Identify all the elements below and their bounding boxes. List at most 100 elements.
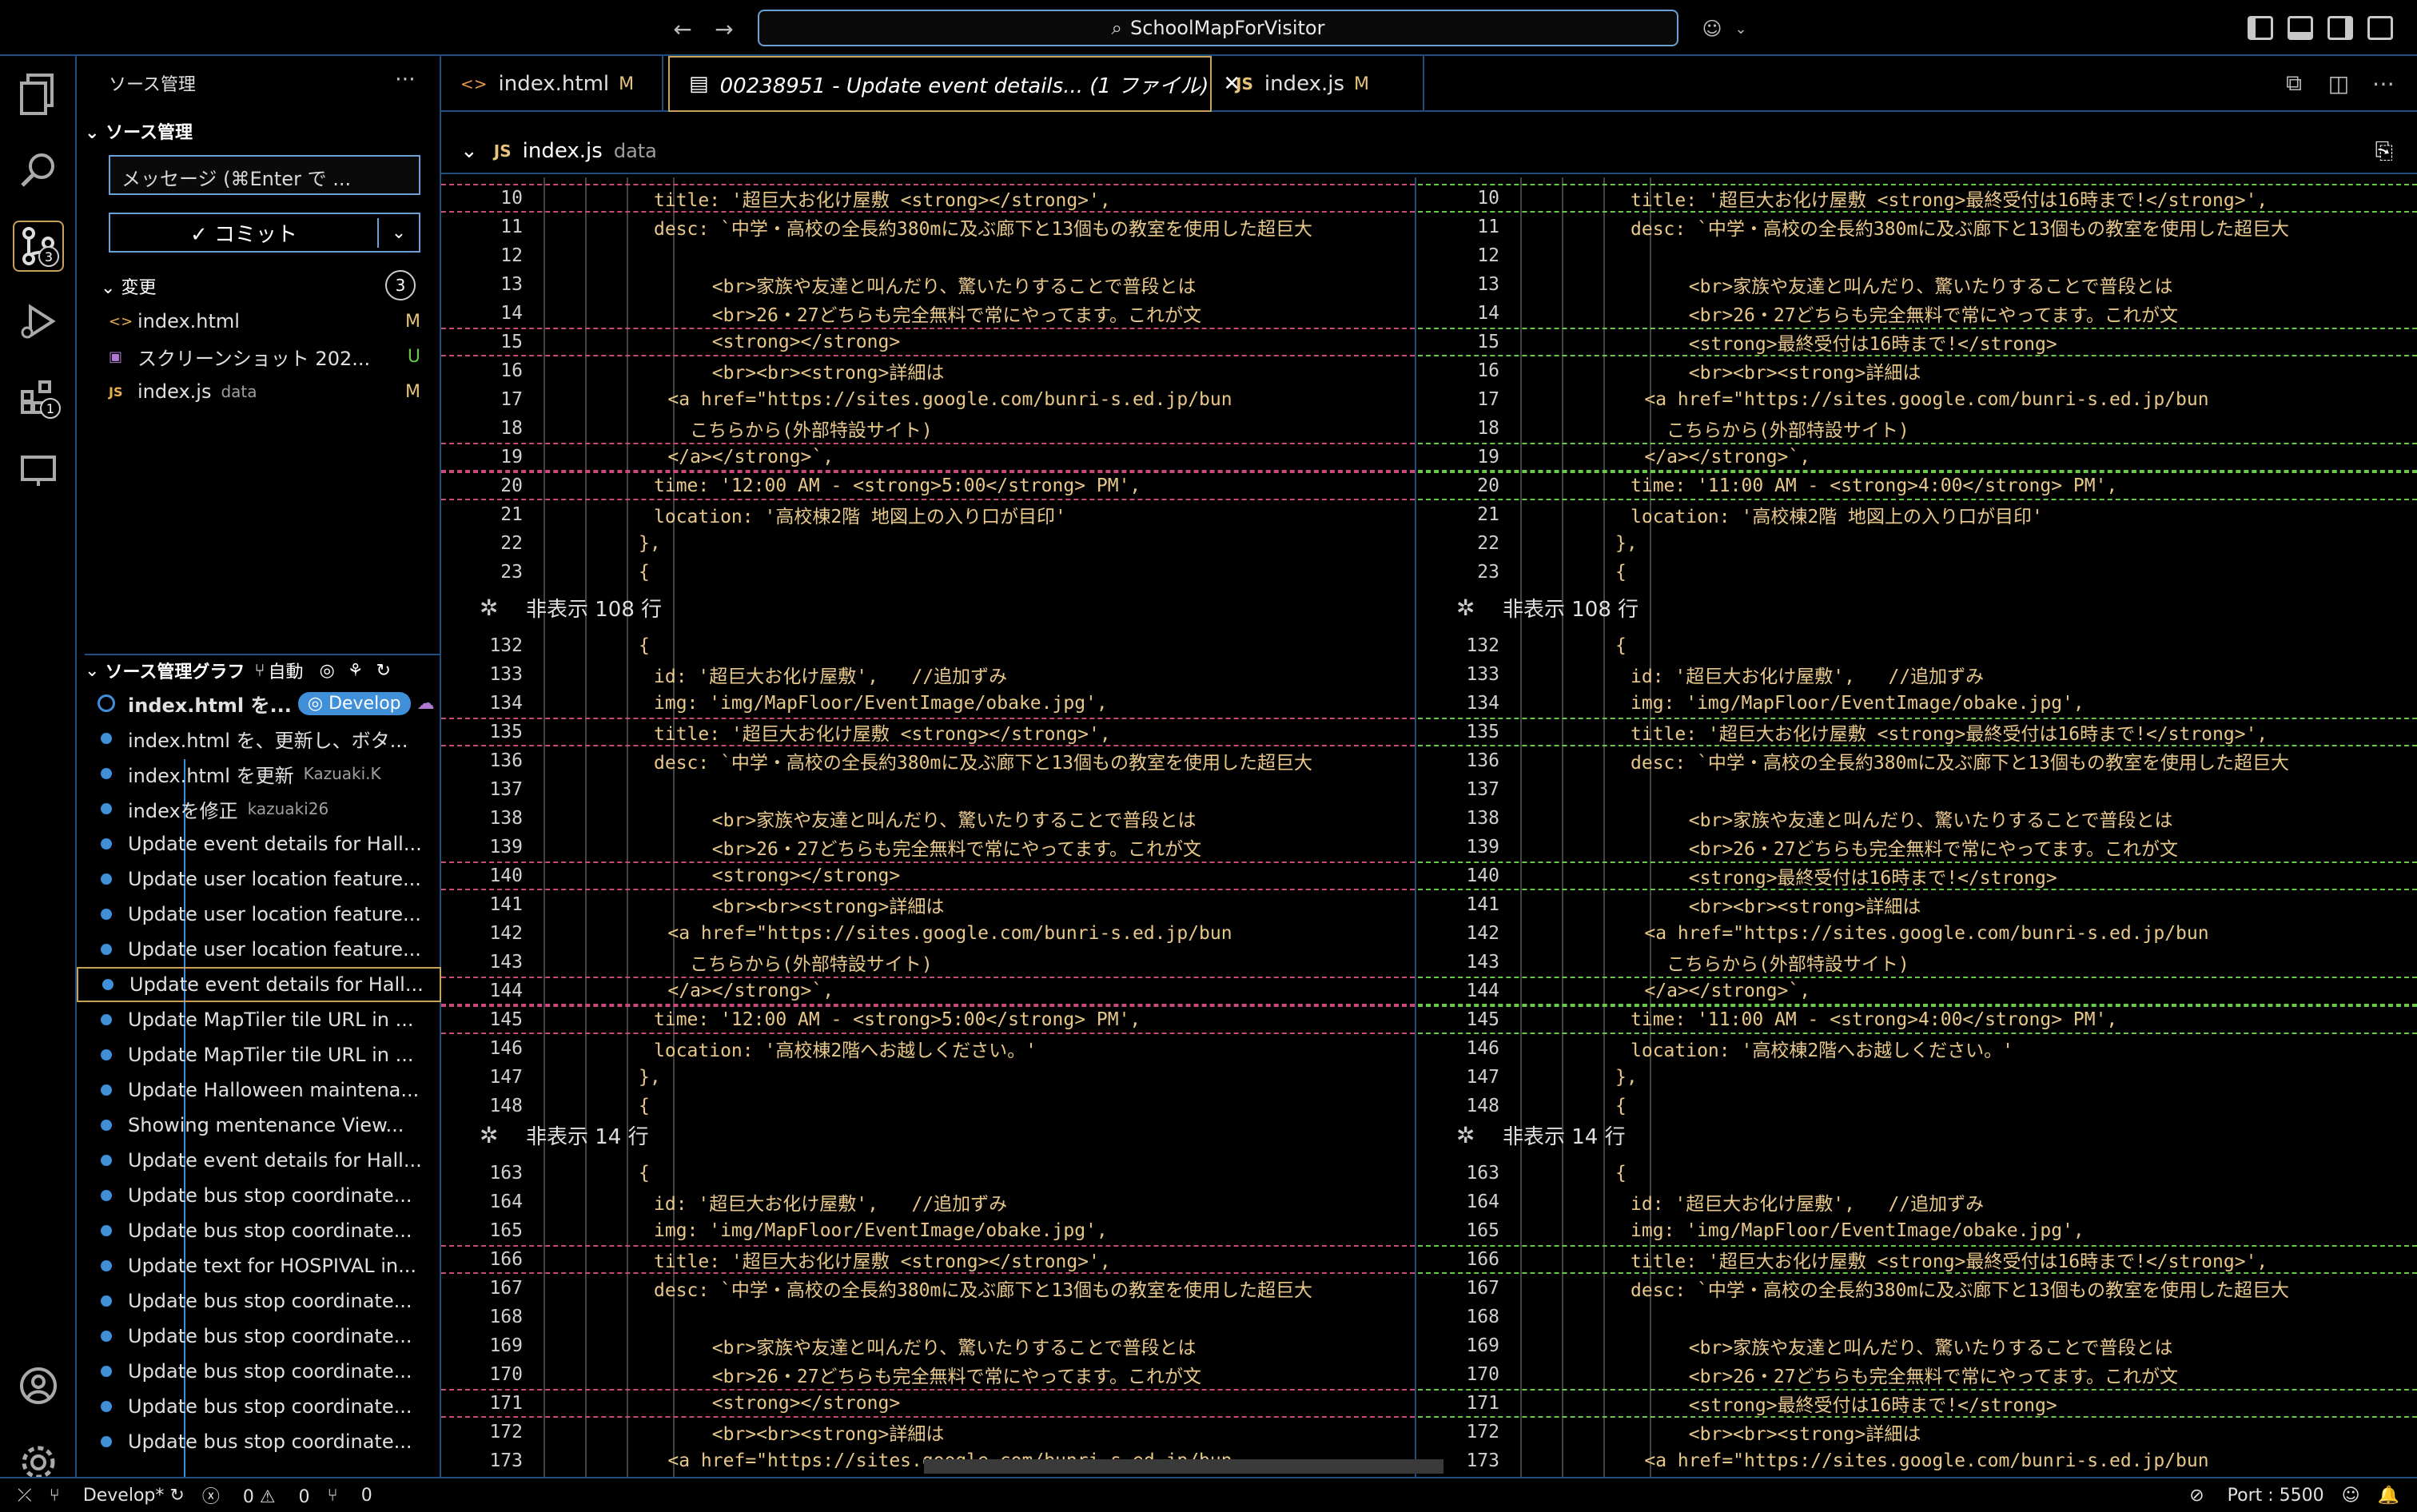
tab-index-html[interactable]: <> index.html M	[441, 56, 663, 112]
code-line[interactable]: 12	[441, 241, 1415, 270]
code-line[interactable]: 171 <strong>最終受付は16時まで!</strong>	[1418, 1389, 2417, 1418]
problems-indicator[interactable]: ⓧ 0 ⚠ 0	[202, 1482, 310, 1508]
code-line[interactable]: 23 {	[441, 558, 1415, 587]
code-line[interactable]: 14 <br>26・27どちらも完全無料で常にやってます。これが文	[1418, 299, 2417, 328]
graph-commit-row[interactable]: index.html を、更新し、ボタ...	[77, 721, 441, 756]
code-line[interactable]: 172 <br><br><strong>詳細は	[441, 1418, 1415, 1446]
code-line[interactable]: 146 location: '高校棟2階へお越しください。'	[441, 1034, 1415, 1063]
copilot-icon[interactable]: ☺	[1698, 14, 1726, 43]
code-line[interactable]: 136 desc: `中学・高校の全長約380mに及ぶ廊下と13個もの教室を使用し…	[1418, 746, 2417, 775]
code-line[interactable]: 168	[441, 1303, 1415, 1331]
account-icon[interactable]	[13, 1360, 64, 1411]
code-line[interactable]: 167 desc: `中学・高校の全長約380mに及ぶ廊下と13個もの教室を使用し…	[441, 1274, 1415, 1303]
source-control-icon[interactable]: 3	[13, 221, 64, 272]
code-line[interactable]: 11 desc: `中学・高校の全長約380mに及ぶ廊下と13個もの教室を使用した…	[441, 213, 1415, 241]
code-line[interactable]: 10 title: '超巨大お化け屋敷 <strong>最終受付は16時まで!</…	[1418, 184, 2417, 213]
code-line[interactable]: 146 location: '高校棟2階へお越しください。'	[1418, 1034, 2417, 1063]
code-line[interactable]: 22},	[441, 529, 1415, 558]
open-changes-icon[interactable]: ⧉	[2280, 69, 2308, 97]
unfold-icon[interactable]: ✲	[1456, 1122, 1488, 1148]
graph-commit-row[interactable]: Update user location feature...	[77, 861, 441, 897]
commit-message-input[interactable]: メッセージ (⌘Enter で ...	[109, 155, 420, 195]
graph-commit-row[interactable]: Update event details for Hall...	[77, 967, 441, 1002]
bell-icon[interactable]: 🔔	[2378, 1486, 2399, 1506]
code-line[interactable]: 148 {	[1418, 1092, 2417, 1120]
changes-section-header[interactable]: ⌄ 変更	[101, 273, 156, 299]
graph-commit-row[interactable]: Update bus stop coordinate...	[77, 1178, 441, 1213]
more-actions-icon[interactable]: ⋯	[395, 67, 416, 91]
graph-commit-row[interactable]: Update text for HOSPIVAL in...	[77, 1248, 441, 1283]
code-line[interactable]: 13 <br>家族や友達と叫んだり、驚いたりすることで普段とは	[441, 270, 1415, 299]
remote-explorer-icon[interactable]	[13, 446, 64, 497]
code-line[interactable]: 164 id: '超巨大お化け屋敷', //追加ずみ	[441, 1188, 1415, 1216]
code-line[interactable]: 132 {	[441, 631, 1415, 660]
code-line[interactable]: 17 <a href="https://sites.google.com/bun…	[441, 385, 1415, 414]
code-line[interactable]: 145 time: '12:00 AM - <strong>5:00</stron…	[441, 1005, 1415, 1034]
code-line[interactable]: 140 <strong>最終受付は16時まで!</strong>	[1418, 861, 2417, 890]
graph-commit-row[interactable]: Update bus stop coordinate...	[77, 1213, 441, 1248]
code-line[interactable]: 134 img: 'img/MapFloor/EventImage/obake.j…	[1418, 689, 2417, 718]
more-actions-icon[interactable]: ⋯	[2369, 69, 2398, 97]
code-line[interactable]: 141 <br><br><strong>詳細は	[1418, 890, 2417, 919]
code-line[interactable]: 143 こちらから(外部特設サイト)	[441, 948, 1415, 977]
chevron-down-icon[interactable]: ⌄	[460, 139, 478, 163]
unfold-icon[interactable]: ✲	[1456, 595, 1488, 621]
code-line[interactable]: 133 id: '超巨大お化け屋敷', //追加ずみ	[1418, 660, 2417, 689]
code-line[interactable]: 137	[441, 775, 1415, 804]
code-line[interactable]: 12	[1418, 241, 2417, 270]
code-line[interactable]: 11 desc: `中学・高校の全長約380mに及ぶ廊下と13個もの教室を使用した…	[1418, 213, 2417, 241]
graph-commit-row[interactable]: index.html を更新 Kazuaki.K	[77, 756, 441, 791]
code-line[interactable]: 139 <br>26・27どちらも完全無料で常にやってます。これが文	[1418, 833, 2417, 861]
code-line[interactable]: 15 <strong></strong>	[441, 328, 1415, 356]
graph-commit-row[interactable]: Update MapTiler tile URL in ...	[77, 1037, 441, 1072]
code-line[interactable]: 169 <br>家族や友達と叫んだり、驚いたりすることで普段とは	[441, 1331, 1415, 1360]
toggle-secondary-sidebar-icon[interactable]	[2327, 16, 2353, 40]
horizontal-scrollbar[interactable]	[924, 1459, 1443, 1474]
code-line[interactable]: 10 title: '超巨大お化け屋敷 <strong></strong>',	[441, 184, 1415, 213]
code-line[interactable]: 15 <strong>最終受付は16時まで!</strong>	[1418, 328, 2417, 356]
code-line[interactable]: 166 title: '超巨大お化け屋敷 <strong>最終受付は16時まで!<…	[1418, 1245, 2417, 1274]
graph-commit-row[interactable]: Update bus stop coordinate...	[77, 1424, 441, 1459]
code-line[interactable]: 163 {	[441, 1159, 1415, 1188]
explorer-icon[interactable]	[13, 69, 64, 120]
scm-section-header[interactable]: ⌄ ソース管理	[85, 118, 193, 144]
toggle-sidebar-icon[interactable]	[2248, 16, 2273, 40]
graph-commit-row[interactable]: Update user location feature...	[77, 932, 441, 967]
hidden-lines-row[interactable]: ✲ 非表示 14 行	[1418, 1117, 2417, 1152]
changed-file-row[interactable]: <> index.html M	[109, 305, 428, 337]
target-icon[interactable]: ◎	[320, 661, 335, 681]
customize-layout-icon[interactable]	[2367, 16, 2393, 40]
diff-modified-pane[interactable]: 10 title: '超巨大お化け屋敷 <strong>最終受付は16時まで!</…	[1418, 177, 2417, 1477]
code-line[interactable]: 172 <br><br><strong>詳細は	[1418, 1418, 2417, 1446]
run-debug-icon[interactable]	[13, 296, 64, 347]
code-line[interactable]: 132 {	[1418, 631, 2417, 660]
code-line[interactable]: 147},	[441, 1063, 1415, 1092]
code-line[interactable]: 170 <br>26・27どちらも完全無料で常にやってます。これが文	[1418, 1360, 2417, 1389]
back-arrow-icon[interactable]: ←	[668, 14, 697, 43]
code-line[interactable]: 144 </a></strong>`,	[1418, 977, 2417, 1005]
code-line[interactable]: 14 <br>26・27どちらも完全無料で常にやってます。これが文	[441, 299, 1415, 328]
hidden-lines-row[interactable]: ✲ 非表示 108 行	[1418, 590, 2417, 625]
graph-commit-row[interactable]: index.html を... ◎ Develop ☁	[77, 686, 441, 721]
graph-commit-row[interactable]: Update user location feature...	[77, 897, 441, 932]
graph-commit-row[interactable]: Update bus stop coordinate...	[77, 1283, 441, 1319]
tab-index-js[interactable]: JS index.js M	[1216, 56, 1424, 112]
hidden-lines-row[interactable]: ✲ 非表示 108 行	[441, 590, 1415, 625]
code-line[interactable]: 163 {	[1418, 1159, 2417, 1188]
graph-commit-row[interactable]: Showing mentenance View...	[77, 1108, 441, 1143]
changed-file-row[interactable]: JS index.js data M	[109, 376, 428, 408]
extensions-icon[interactable]: 1	[13, 371, 64, 422]
tab-diff[interactable]: ▤ 00238951 - Update event details... (1 …	[668, 56, 1240, 112]
code-line[interactable]: 164 id: '超巨大お化け屋敷', //追加ずみ	[1418, 1188, 2417, 1216]
graph-commit-row[interactable]: Update Halloween maintena...	[77, 1072, 441, 1108]
code-line[interactable]: 140 <strong></strong>	[441, 861, 1415, 890]
toggle-panel-icon[interactable]	[2288, 16, 2313, 40]
search-icon[interactable]	[13, 144, 64, 195]
code-line[interactable]: 21 location: '高校棟2階 地図上の入り口が目印'	[1418, 500, 2417, 529]
code-line[interactable]: 138 <br>家族や友達と叫んだり、驚いたりすることで普段とは	[1418, 804, 2417, 833]
code-line[interactable]: 142 <a href="https://sites.google.com/bu…	[1418, 919, 2417, 948]
code-line[interactable]: 143 こちらから(外部特設サイト)	[1418, 948, 2417, 977]
hidden-lines-row[interactable]: ✲ 非表示 14 行	[441, 1117, 1415, 1152]
code-line[interactable]: 147},	[1418, 1063, 2417, 1092]
unfold-icon[interactable]: ✲	[480, 1122, 512, 1148]
